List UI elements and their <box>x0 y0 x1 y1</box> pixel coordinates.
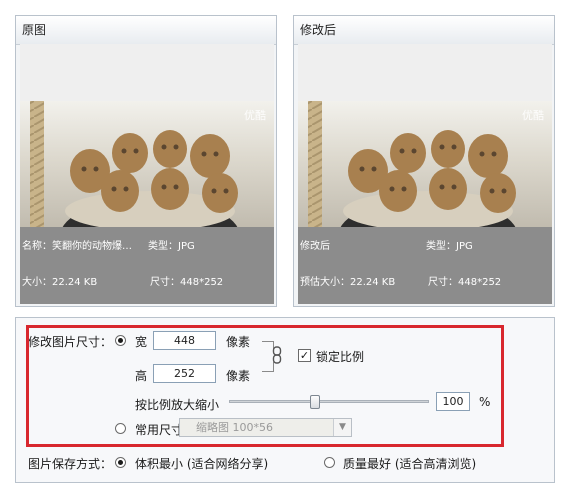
original-name: 名称：笑翻你的动物爆… <box>22 241 132 252</box>
modified-preview-area: 优酷 修改后 类型：JPG 预估大小：22.24 KB 尺寸：448*252 <box>298 44 552 304</box>
modified-watermark: 优酷 <box>522 109 544 122</box>
original-image: 优酷 <box>20 101 274 247</box>
original-info-band: 名称：笑翻你的动物爆… 类型：JPG 大小：22.24 KB 尺寸：448*25… <box>20 227 274 304</box>
save-small-label: 体积最小 (适合网络分享) <box>135 457 269 471</box>
modified-panel-title: 修改后 <box>294 16 554 45</box>
original-dimension: 尺寸：448*252 <box>150 277 224 288</box>
original-type: 类型：JPG <box>148 241 195 252</box>
save-quality-label: 质量最好 (适合高清浏览) <box>343 457 477 471</box>
modified-info-band: 修改后 类型：JPG 预估大小：22.24 KB 尺寸：448*252 <box>298 227 552 304</box>
modified-dimension: 尺寸：448*252 <box>428 277 502 288</box>
save-mode-label: 图片保存方式： <box>28 457 113 471</box>
modified-preview-panel: 修改后 优酷 修改后 类型：JPG 预估大小：22.24 KB 尺寸：448*2… <box>293 15 555 307</box>
modified-image: 优酷 <box>298 101 552 247</box>
original-watermark: 优酷 <box>244 109 266 122</box>
original-panel-title: 原图 <box>16 16 276 45</box>
highlight-box <box>26 325 504 447</box>
original-preview-panel: 原图 优酷 名称：笑翻你的动物爆… 类型：JPG 大小：22.24 KB 尺寸：… <box>15 15 277 307</box>
modified-size: 预估大小：22.24 KB <box>300 277 396 288</box>
save-quality-radio[interactable] <box>324 457 335 468</box>
modified-name: 修改后 <box>300 241 330 252</box>
save-small-radio[interactable] <box>115 457 126 468</box>
original-size: 大小：22.24 KB <box>22 277 98 288</box>
modified-type: 类型：JPG <box>426 241 473 252</box>
original-preview-area: 优酷 名称：笑翻你的动物爆… 类型：JPG 大小：22.24 KB 尺寸：448… <box>20 44 274 304</box>
